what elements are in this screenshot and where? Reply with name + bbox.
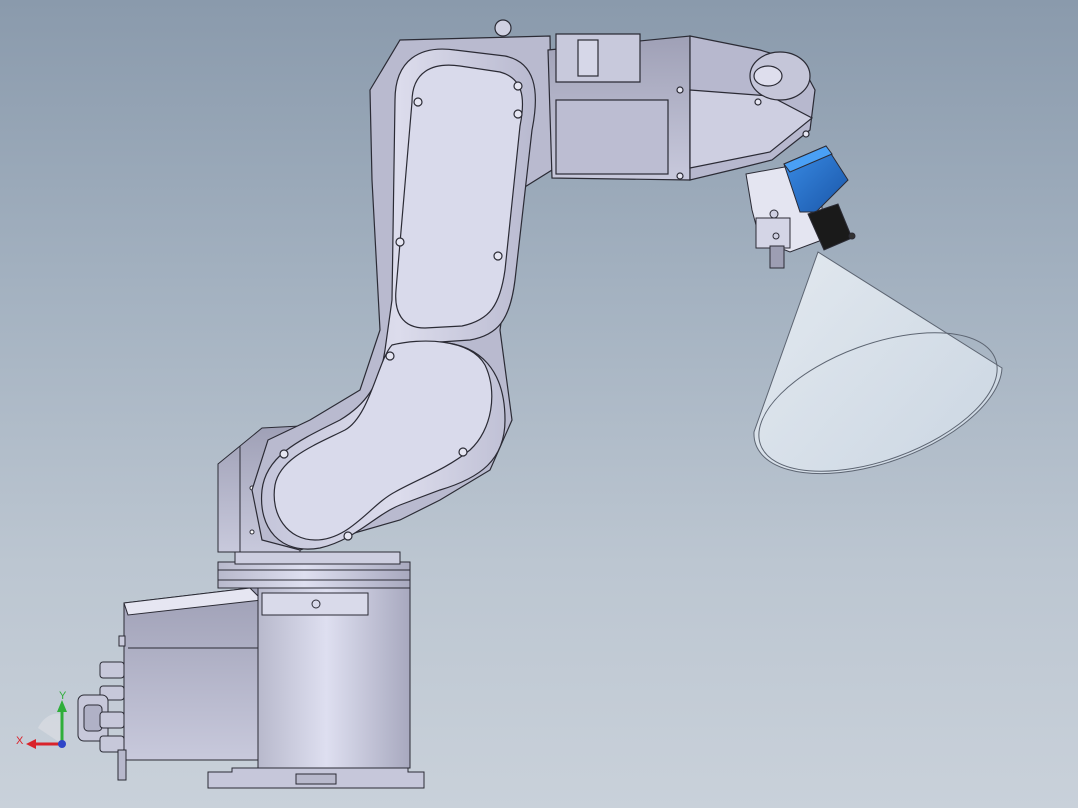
base-turntable [217,561,411,589]
base-connector-box [123,587,263,761]
base-connectors [77,661,127,781]
robot-base[interactable] [77,551,425,789]
triad-x-label: X [16,735,24,747]
robot-upper-arm[interactable] [251,19,553,551]
robot-forearm[interactable] [547,33,816,181]
orientation-triad: Y X [16,690,67,749]
graphics-viewport[interactable]: Y X [0,0,1078,808]
triad-z-axis [58,740,66,748]
camera-fov-cone [753,251,1003,475]
triad-y-label: Y [59,690,67,702]
